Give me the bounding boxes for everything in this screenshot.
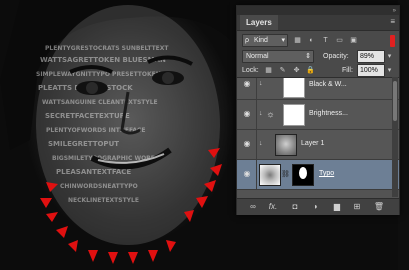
- svg-text:SMILEGRETTOPUT: SMILEGRETTOPUT: [48, 140, 119, 148]
- group-folder-icon[interactable]: ▆: [331, 202, 343, 212]
- blend-row: Normal ⇕ Opacity: 89% ▾: [237, 49, 399, 63]
- link-icon[interactable]: ∞: [247, 202, 259, 212]
- lock-position-icon[interactable]: ✥: [292, 66, 301, 75]
- svg-text:SIMPLEWAYGNITTYPO PRESETTOKEN: SIMPLEWAYGNITTYPO PRESETTOKEN: [36, 71, 161, 78]
- mask-icon[interactable]: ◘: [289, 202, 301, 212]
- fill-value: 100%: [360, 67, 378, 74]
- layer-row-black-white[interactable]: ◉ ↓ Black & W...: [237, 78, 399, 100]
- type-filter-icon[interactable]: T: [321, 36, 330, 45]
- panel-menu-icon[interactable]: ≡: [390, 18, 395, 26]
- sun-icon: ☼: [266, 109, 275, 119]
- fill-slider-toggle-icon[interactable]: ▾: [385, 66, 394, 75]
- layer-thumbnail: [275, 134, 297, 156]
- adjustment-filter-icon[interactable]: ◐: [307, 36, 316, 45]
- svg-text:NECKLINETEXTSTYLE: NECKLINETEXTSTYLE: [68, 197, 139, 204]
- svg-text:WATTSANGUINE CLEANTEXTSTYLE: WATTSANGUINE CLEANTEXTSTYLE: [42, 99, 158, 106]
- opacity-label: Opacity:: [323, 53, 349, 60]
- chain-link-icon[interactable]: ⛓: [281, 170, 290, 179]
- layer-row-brightness[interactable]: ◉ ↓ ☼ Brightness...: [237, 100, 399, 130]
- fill-field[interactable]: 100%: [357, 64, 385, 77]
- adjustment-mask-thumbnail: [283, 104, 305, 126]
- layer-mask-thumbnail[interactable]: [292, 164, 314, 186]
- opacity-value: 89%: [360, 53, 375, 60]
- svg-text:PLENTYGRESTOCRATS SUNBELTTEXT: PLENTYGRESTOCRATS SUNBELTTEXT: [45, 45, 169, 52]
- adjustment-mask-thumbnail: [283, 78, 305, 98]
- clipping-arrow-icon: ↓: [259, 140, 263, 147]
- visibility-eye-icon[interactable]: ◉: [241, 139, 253, 149]
- fill-label: Fill:: [342, 67, 353, 74]
- layer-list-scrollbar[interactable]: [392, 77, 398, 197]
- visibility-eye-icon[interactable]: ◉: [241, 169, 253, 179]
- svg-text:SECRETFACETEXTURE: SECRETFACETEXTURE: [45, 112, 130, 120]
- trash-icon[interactable]: 🗑: [373, 202, 385, 212]
- panel-titlebar[interactable]: »: [237, 6, 399, 15]
- layer-filter-row: ρ Kind ▾ ▦ ◐ T ▭ ▣: [237, 33, 399, 47]
- layer-name[interactable]: Black & W...: [309, 80, 347, 90]
- opacity-field[interactable]: 89%: [357, 50, 385, 63]
- layer-row-typo[interactable]: ◉ ⛓ Typo: [237, 160, 399, 190]
- layer-name[interactable]: Brightness...: [309, 109, 348, 119]
- fx-icon[interactable]: fx.: [267, 202, 279, 212]
- layer-name[interactable]: Layer 1: [301, 139, 324, 149]
- svg-text:PLEASANTEXTFACE: PLEASANTEXTFACE: [56, 168, 131, 176]
- visibility-eye-icon[interactable]: ◉: [241, 79, 253, 89]
- new-layer-icon[interactable]: ⊞: [351, 202, 363, 212]
- svg-text:CHINWORDSNEATTYPO: CHINWORDSNEATTYPO: [60, 183, 138, 190]
- lock-image-icon[interactable]: ✎: [278, 66, 287, 75]
- svg-text:WATTSAGRETTOKEN BLUESMAN: WATTSAGRETTOKEN BLUESMAN: [40, 56, 166, 64]
- layer-thumbnail: [259, 164, 281, 186]
- clipping-arrow-icon: ↓: [259, 110, 263, 117]
- visibility-eye-icon[interactable]: ◉: [241, 109, 253, 119]
- smart-object-filter-icon[interactable]: ▣: [349, 36, 358, 45]
- layer-row-layer1[interactable]: ◉ ↓ Layer 1: [237, 130, 399, 160]
- kind-filter-dropdown[interactable]: ρ Kind ▾: [242, 34, 288, 47]
- shape-filter-icon[interactable]: ▭: [335, 36, 344, 45]
- search-icon: ρ: [245, 37, 249, 44]
- opacity-slider-toggle-icon[interactable]: ▾: [385, 52, 394, 61]
- layers-bottom-toolbar: ∞ fx. ◘ ◑ ▆ ⊞ 🗑: [237, 198, 399, 215]
- tab-layers[interactable]: Layers: [240, 15, 278, 30]
- pixel-filter-icon[interactable]: ▦: [293, 36, 302, 45]
- kind-filter-label: Kind: [253, 37, 268, 44]
- adjustment-icon[interactable]: ◑: [309, 202, 321, 212]
- layer-list: ◉ ↓ Black & W... ◉ ↓ ☼ Brightness... ◉ ↓…: [237, 77, 399, 198]
- chevron-updown-icon: ⇕: [305, 53, 311, 60]
- lock-transparent-icon[interactable]: ▦: [264, 66, 273, 75]
- filter-toggle[interactable]: [390, 35, 395, 47]
- panel-tab-row: Layers ≡: [237, 15, 399, 31]
- blend-mode-value: Normal: [246, 53, 269, 60]
- clipping-arrow-icon: ↓: [259, 80, 263, 87]
- blend-mode-select[interactable]: Normal ⇕: [242, 50, 314, 63]
- layers-panel: » Layers ≡ ρ Kind ▾ ▦ ◐ T ▭ ▣ Normal ⇕ O…: [236, 5, 400, 215]
- lock-row: Lock: ▦ ✎ ✥ 🔒 Fill: 100% ▾: [237, 64, 399, 77]
- chevron-down-icon: ▾: [281, 37, 285, 44]
- collapse-icon[interactable]: »: [393, 8, 396, 14]
- lock-all-icon[interactable]: 🔒: [306, 66, 315, 75]
- layer-name[interactable]: Typo: [319, 169, 334, 179]
- lock-label: Lock:: [242, 67, 259, 74]
